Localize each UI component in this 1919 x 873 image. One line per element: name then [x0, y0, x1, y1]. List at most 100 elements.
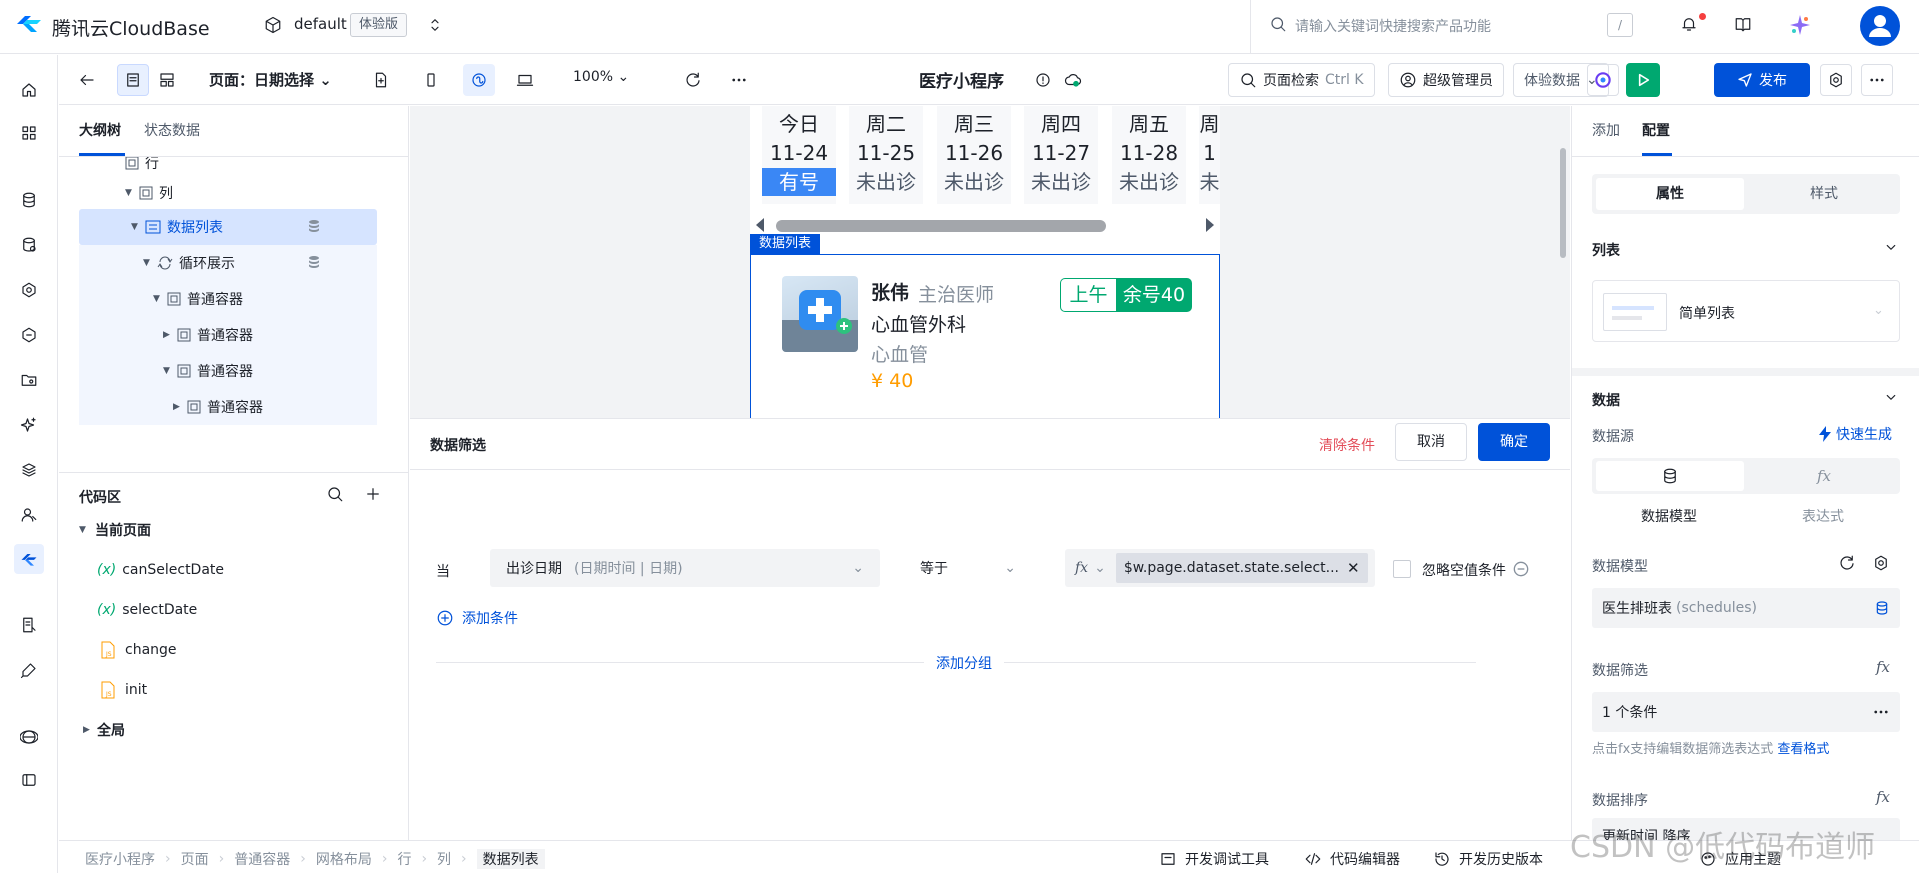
chevron-down-icon[interactable]: ⌄	[1094, 560, 1106, 576]
breadcrumb-item[interactable]: 网格布局	[316, 849, 372, 869]
breadcrumb-current[interactable]: 数据列表	[476, 849, 545, 869]
code-group-global[interactable]: ▶ 全局	[83, 710, 125, 750]
close-icon[interactable]: ✕	[1347, 559, 1360, 577]
home-icon[interactable]	[14, 75, 44, 105]
tab-outline-tree[interactable]: 大纲树	[79, 120, 121, 140]
book-icon[interactable]	[1734, 15, 1752, 33]
caret-down-icon[interactable]: ▼	[131, 222, 145, 232]
tab-state-data[interactable]: 状态数据	[144, 120, 200, 140]
doctor-photo[interactable]	[782, 276, 858, 352]
expression-tag[interactable]: $w.page.dataset.state.select... ✕	[1115, 553, 1368, 583]
code-item-can-select-date[interactable]: (x) canSelectDate	[97, 550, 224, 590]
storage-icon[interactable]	[14, 365, 44, 395]
layout-view-icon[interactable]	[151, 64, 183, 96]
code-item-change[interactable]: JS change	[99, 630, 177, 670]
desktop-preview-icon[interactable]	[509, 64, 541, 96]
user-avatar[interactable]	[1860, 6, 1900, 46]
source-data-model-icon[interactable]	[1596, 461, 1744, 491]
segment-attributes[interactable]: 属性	[1596, 178, 1744, 210]
info-icon[interactable]	[1027, 64, 1059, 96]
integration-icon[interactable]	[14, 320, 44, 350]
day-tab[interactable]: 周二 11-25 未出诊	[849, 106, 923, 204]
remove-condition-icon[interactable]	[1511, 559, 1531, 579]
mobile-preview-icon[interactable]	[415, 64, 447, 96]
lowcode-icon[interactable]	[14, 544, 44, 574]
caret-right-icon[interactable]: ▶	[173, 402, 187, 412]
ai-spark-icon[interactable]	[1788, 13, 1812, 37]
horizontal-scrollbar[interactable]	[776, 220, 1106, 232]
segment-style[interactable]: 样式	[1750, 178, 1898, 210]
admin-role-button[interactable]: 超级管理员	[1388, 63, 1504, 97]
breadcrumb-item[interactable]: 普通容器	[234, 849, 290, 869]
apps-icon[interactable]	[14, 118, 44, 148]
tree-node-container[interactable]: ▼ 普通容器	[79, 353, 377, 389]
code-add-icon[interactable]	[364, 485, 382, 503]
user-manage-icon[interactable]	[14, 500, 44, 530]
tree-node-container[interactable]: ▶ 普通容器	[79, 317, 377, 353]
publish-button[interactable]: 发布	[1714, 63, 1810, 97]
condition-operator-select[interactable]: 等于 ⌄	[910, 549, 1026, 587]
code-search-icon[interactable]	[326, 485, 344, 503]
confirm-button[interactable]: 确定	[1478, 423, 1550, 461]
data-section-title[interactable]: 数据	[1592, 390, 1620, 410]
dev-debug-tool-button[interactable]: 开发调试工具	[1159, 849, 1269, 869]
day-tab[interactable]: 周五 11-28 未出诊	[1112, 106, 1186, 204]
logs-icon[interactable]	[14, 610, 44, 640]
cloud-service-icon[interactable]	[14, 722, 44, 752]
refresh-icon[interactable]	[677, 64, 709, 96]
fx-icon[interactable]: fx	[1075, 560, 1088, 576]
miniprogram-preview-icon[interactable]	[463, 64, 495, 96]
source-data-model-label[interactable]: 数据模型	[1592, 506, 1746, 526]
env-name[interactable]: default	[294, 15, 347, 33]
clear-conditions-link[interactable]: 清除条件	[1319, 435, 1375, 455]
condition-value-input[interactable]: fx ⌄ $w.page.dataset.state.select... ✕	[1065, 549, 1375, 587]
chevron-down-icon[interactable]	[1882, 388, 1900, 406]
dev-history-button[interactable]: 开发历史版本	[1433, 849, 1543, 869]
day-tab[interactable]: 周 1 未	[1199, 106, 1220, 204]
day-tab[interactable]: 周三 11-26 未出诊	[937, 106, 1011, 204]
caret-down-icon[interactable]: ▼	[153, 294, 167, 304]
data-model-icon[interactable]	[14, 230, 44, 260]
cancel-button[interactable]: 取消	[1395, 423, 1467, 461]
caret-right-icon[interactable]: ▶	[163, 330, 177, 340]
add-condition-button[interactable]: 添加条件	[436, 608, 518, 628]
ai-assistant-icon[interactable]	[1587, 64, 1619, 96]
tab-add[interactable]: 添加	[1592, 120, 1620, 140]
preview-play-button[interactable]	[1626, 63, 1660, 97]
search-input[interactable]: 请输入关键词快捷搜索产品功能	[1295, 16, 1491, 36]
caret-down-icon[interactable]: ▼	[125, 188, 139, 198]
breadcrumb-item[interactable]: 行	[397, 849, 411, 869]
breadcrumb-item[interactable]: 医疗小程序	[85, 849, 155, 869]
page-search-button[interactable]: 页面检索 Ctrl K	[1228, 63, 1375, 97]
zoom-selector[interactable]: 100% ⌄	[573, 69, 629, 85]
data-model-field[interactable]: 医生排班表 (schedules)	[1592, 588, 1900, 628]
slot-period[interactable]: 上午	[1060, 278, 1116, 312]
caret-down-icon[interactable]: ▼	[143, 258, 157, 268]
ignore-empty-label[interactable]: 忽略空值条件	[1422, 560, 1506, 580]
list-section-title[interactable]: 列表	[1592, 240, 1620, 260]
tree-node-column[interactable]: ▼ 列	[125, 175, 365, 211]
cloudbase-logo-icon[interactable]	[14, 13, 42, 35]
database-icon[interactable]	[14, 185, 44, 215]
breadcrumb-item[interactable]: 页面	[181, 849, 209, 869]
view-format-link[interactable]: 查看格式	[1777, 742, 1829, 757]
collapse-rail-icon[interactable]	[14, 765, 44, 795]
stack-icon[interactable]	[14, 455, 44, 485]
caret-down-icon[interactable]: ▼	[163, 366, 177, 376]
page-selector[interactable]: 页面：日期选择 ⌄	[209, 69, 332, 90]
bell-icon[interactable]	[1680, 15, 1698, 33]
more-icon[interactable]	[723, 64, 755, 96]
ai-icon[interactable]	[14, 410, 44, 440]
cloud-function-icon[interactable]	[14, 275, 44, 305]
code-group-current-page[interactable]: ▼ 当前页面	[79, 510, 151, 550]
tree-node-loop[interactable]: ▼ 循环展示	[79, 245, 377, 281]
add-group-button[interactable]: 添加分组	[924, 653, 1004, 673]
tree-node-data-list[interactable]: ▼ 数据列表	[79, 209, 377, 245]
day-tab[interactable]: 周四 11-27 未出诊	[1024, 106, 1098, 204]
brand-name[interactable]: 腾讯云CloudBase	[52, 14, 210, 41]
scroll-left-arrow[interactable]	[756, 218, 764, 232]
sort-fx-icon[interactable]: fx	[1876, 788, 1890, 806]
tree-node-container[interactable]: ▶ 普通容器	[79, 389, 377, 425]
quick-generate-link[interactable]: 快速生成	[1818, 424, 1892, 444]
tree-node-container[interactable]: ▼ 普通容器	[79, 281, 377, 317]
